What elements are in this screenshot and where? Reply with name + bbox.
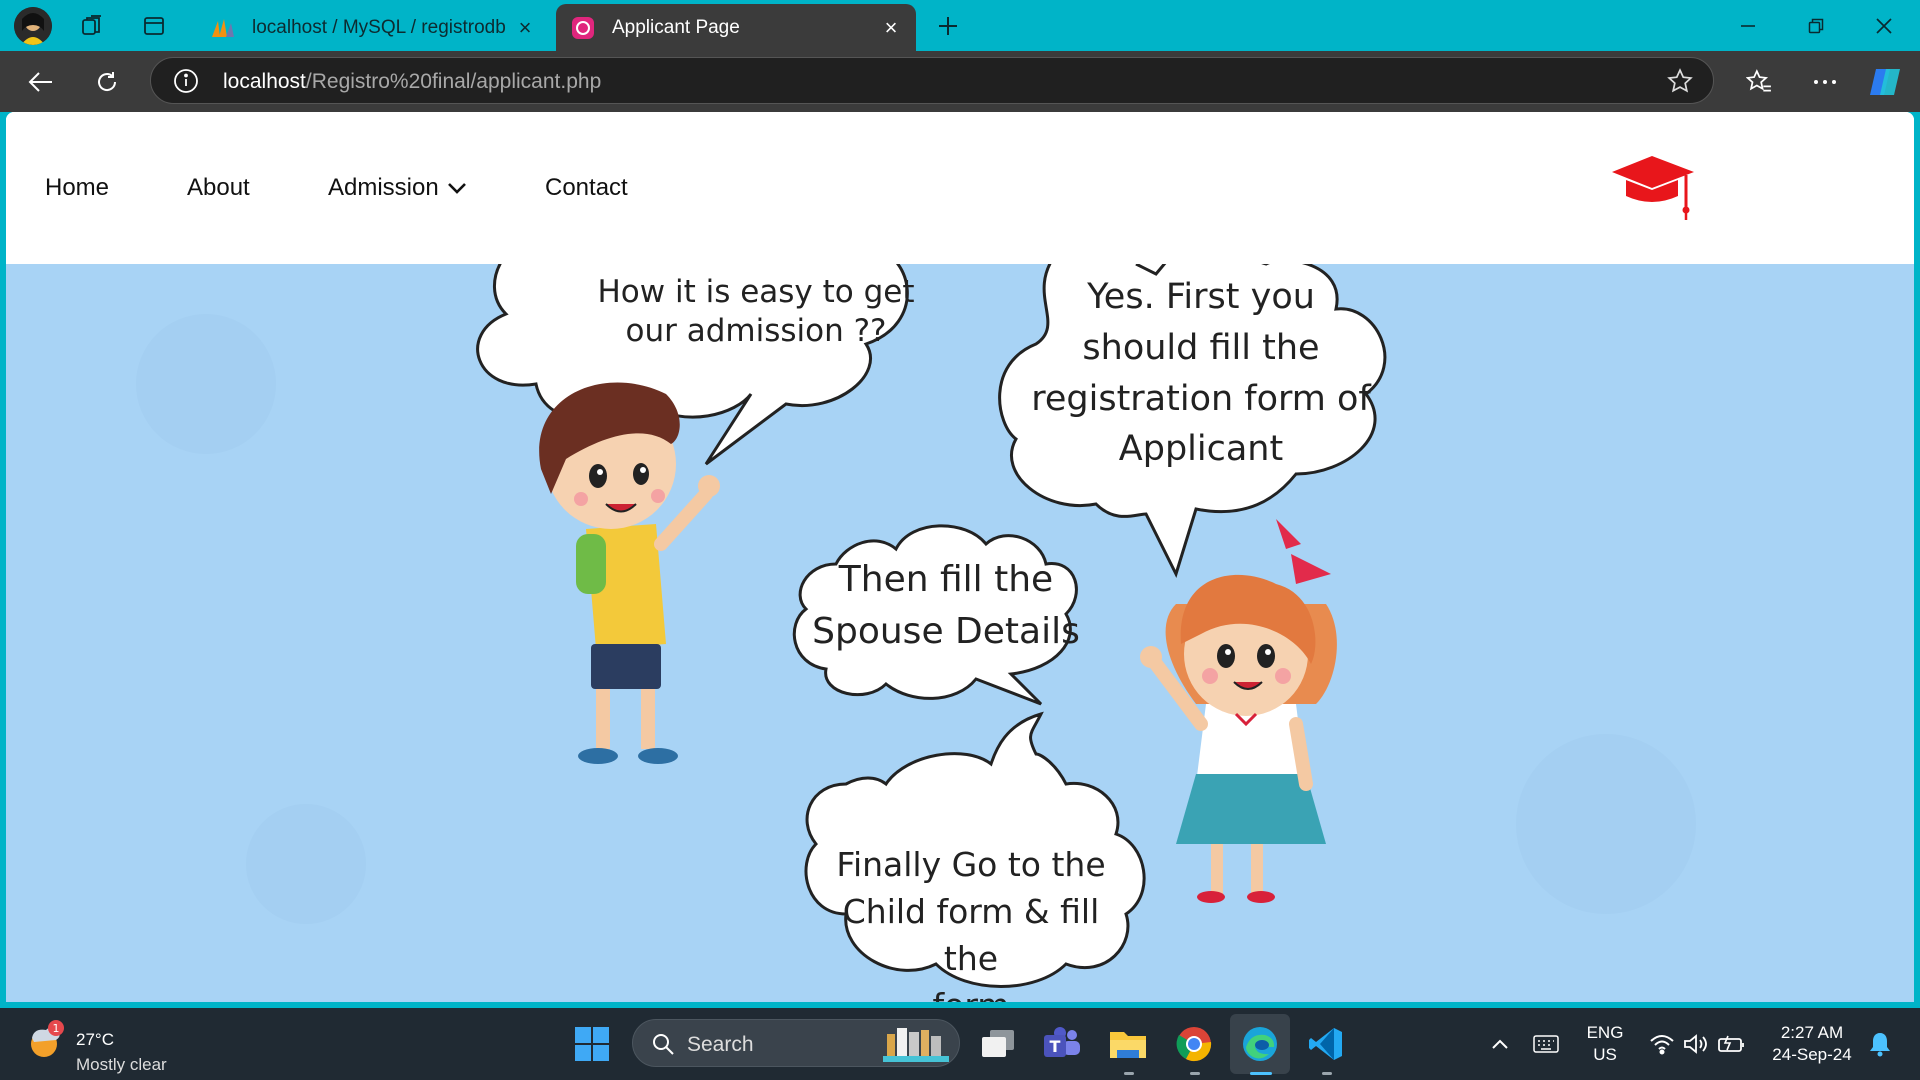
bubble-4-text: Finally Go to the Child form & fill the … (836, 845, 1106, 1002)
graduation-cap-icon[interactable] (1608, 150, 1698, 229)
language-indicator[interactable]: ENG US (1580, 1022, 1630, 1066)
task-view-icon[interactable] (976, 1022, 1020, 1066)
svg-text:1: 1 (53, 1022, 60, 1035)
close-tab-icon[interactable]: × (876, 15, 906, 41)
nav-about-link[interactable]: About (187, 174, 250, 202)
battery-icon[interactable] (1710, 1022, 1754, 1066)
bubble-1-text: Do You Know? How it is easy to get our a… (597, 264, 915, 349)
more-options-icon[interactable] (1806, 63, 1844, 101)
search-highlight-icon (883, 1028, 949, 1062)
close-window-icon[interactable] (1850, 0, 1918, 51)
close-tab-icon[interactable]: × (510, 15, 540, 41)
file-explorer-icon[interactable] (1106, 1022, 1150, 1066)
browser-toolbar: localhost/Registro%20final/applicant.php (0, 51, 1920, 112)
page-viewport: Home About Admission Contact How it is e… (6, 112, 1914, 1002)
girl-character (1140, 519, 1337, 903)
taskbar-search[interactable]: Search (632, 1019, 960, 1067)
chevron-down-icon (447, 183, 466, 194)
nav-contact-link[interactable]: Contact (545, 174, 628, 202)
new-tab-icon[interactable] (930, 8, 966, 44)
weather-moon-cloud-icon: 1 (31, 1020, 64, 1057)
tab-title: Applicant Page (612, 16, 740, 38)
tab-title: localhost / MySQL / registrodb / c (252, 16, 510, 38)
workspaces-icon[interactable] (74, 8, 110, 44)
windows-start-icon[interactable] (570, 1022, 614, 1066)
keyboard-icon[interactable] (1524, 1022, 1568, 1066)
chrome-icon[interactable] (1172, 1022, 1216, 1066)
hero-illustration: Do You Know? How it is easy to get our a… (6, 264, 1914, 1002)
chevron-up-icon[interactable] (1478, 1022, 1522, 1066)
nav-home-link[interactable]: Home (45, 174, 109, 202)
site-header: Home About Admission Contact (6, 112, 1914, 264)
nav-admission-dropdown[interactable]: Admission (328, 174, 467, 202)
favorite-star-icon[interactable] (1667, 68, 1693, 99)
browser-tab-strip: localhost / MySQL / registrodb / c × App… (0, 0, 1920, 51)
back-icon[interactable] (22, 63, 60, 101)
weather-widget[interactable]: 1 27°C Mostly clear (26, 1020, 167, 1074)
bubble-3-text: Then fill the Spouse Details (812, 559, 1080, 653)
weather-temperature: 27°C (76, 1030, 114, 1049)
tab-phpmyadmin[interactable]: localhost / MySQL / registrodb / c × (196, 4, 550, 51)
copilot-icon[interactable] (1866, 63, 1904, 101)
windows-taskbar: 1 27°C Mostly clear Search T ENG US 2:27… (0, 1008, 1920, 1080)
address-bar[interactable]: localhost/Registro%20final/applicant.php (150, 57, 1714, 104)
site-info-icon[interactable] (173, 68, 199, 99)
app-icon (570, 15, 596, 41)
clock[interactable]: 2:27 AM 24-Sep-24 (1764, 1022, 1860, 1066)
running-indicator (1322, 1072, 1332, 1075)
tab-applicant-page[interactable]: Applicant Page × (556, 4, 916, 51)
search-icon (653, 1034, 674, 1055)
running-indicator (1124, 1072, 1134, 1075)
bubble-2-text: Yes. First you should fill the registrat… (1031, 277, 1371, 470)
notification-bell-icon[interactable] (1858, 1022, 1902, 1066)
refresh-icon[interactable] (88, 63, 126, 101)
active-indicator (1250, 1072, 1272, 1075)
svg-text:T: T (1050, 1037, 1061, 1056)
edge-icon[interactable] (1230, 1014, 1290, 1074)
minimize-icon[interactable] (1714, 0, 1782, 51)
url-text: localhost/Registro%20final/applicant.php (223, 70, 602, 93)
running-indicator (1190, 1072, 1200, 1075)
vscode-icon[interactable] (1304, 1022, 1348, 1066)
weather-condition: Mostly clear (76, 1055, 167, 1074)
phpmyadmin-icon (210, 15, 236, 41)
profile-avatar[interactable] (14, 7, 52, 45)
tab-actions-icon[interactable] (136, 8, 172, 44)
nav-admission-label: Admission (328, 174, 439, 201)
restore-icon[interactable] (1782, 0, 1850, 51)
search-label: Search (687, 1033, 754, 1056)
boy-character (539, 382, 720, 764)
teams-icon[interactable]: T (1040, 1022, 1084, 1066)
favorites-icon[interactable] (1740, 63, 1778, 101)
